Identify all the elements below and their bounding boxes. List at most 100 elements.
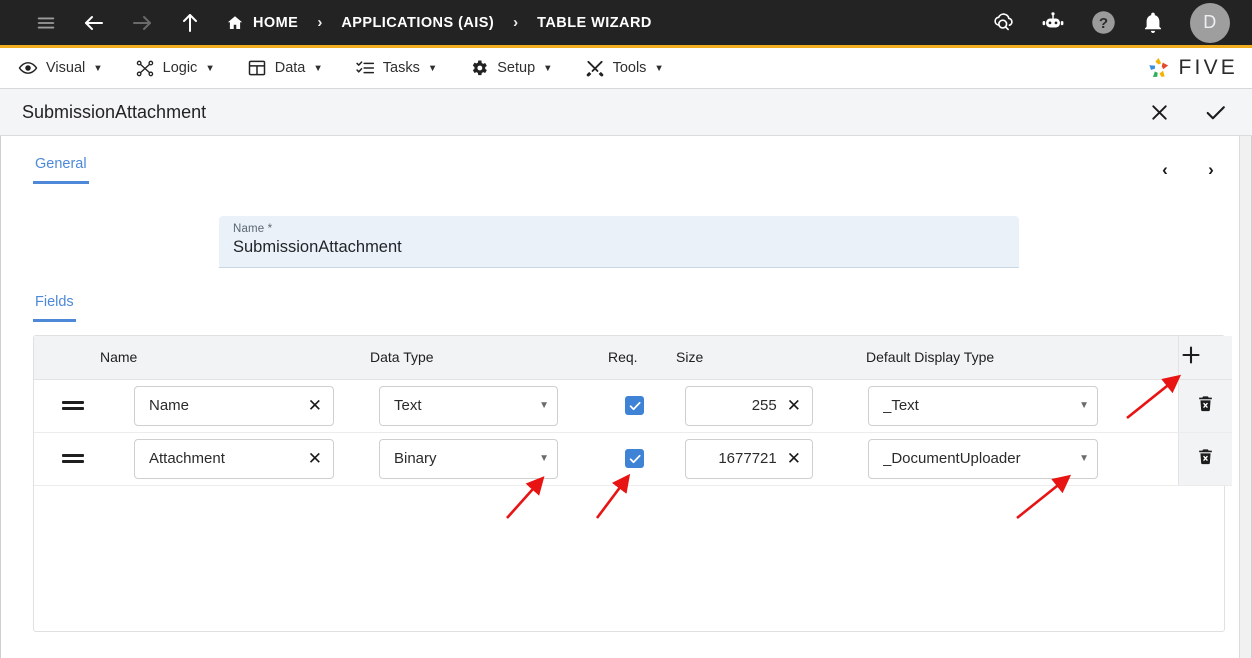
drag-handle-icon[interactable] (62, 401, 84, 410)
trash-icon (1196, 394, 1215, 413)
five-brand-logo: FIVE (1145, 55, 1238, 82)
field-datatype-select[interactable]: Binary ▼ (379, 439, 558, 479)
breadcrumb-separator-1: › (317, 14, 322, 31)
row-datatype-cell: Text ▼ (370, 379, 608, 432)
field-size-input[interactable]: 255 ✕ (685, 386, 813, 426)
row-req-cell (608, 432, 676, 485)
breadcrumb: HOME › APPLICATIONS (AIS) › TABLE WIZARD (226, 14, 652, 32)
row-size-cell: 255 ✕ (676, 379, 866, 432)
breadcrumb-item-home[interactable]: HOME (226, 14, 298, 32)
menu-item-tasks[interactable]: Tasks ▼ (355, 58, 437, 78)
menu-item-visual[interactable]: Visual ▼ (18, 58, 103, 78)
tab-general[interactable]: General (33, 150, 89, 184)
fields-table-header: Name Data Type Req. Size Default Display… (34, 336, 1232, 379)
arrow-left-icon[interactable] (70, 0, 118, 46)
chevron-down-icon: ▼ (654, 64, 663, 74)
bell-icon[interactable] (1136, 6, 1170, 40)
top-nav-icon-group (22, 0, 214, 46)
menu-label-data: Data (275, 60, 306, 76)
add-field-button[interactable] (1178, 336, 1232, 379)
name-input-label: Name * (233, 223, 1005, 235)
tools-icon (585, 58, 605, 78)
field-display-type-select[interactable]: _DocumentUploader ▼ (868, 439, 1098, 479)
trash-icon (1196, 447, 1215, 466)
delete-field-button[interactable] (1178, 432, 1232, 485)
form-title-bar: SubmissionAttachment (0, 89, 1252, 136)
breadcrumb-item-applications[interactable]: APPLICATIONS (AIS) (341, 15, 494, 31)
row-drag-cell[interactable] (34, 379, 100, 432)
hamburger-icon[interactable] (22, 0, 70, 46)
row-drag-cell[interactable] (34, 432, 100, 485)
clear-icon[interactable]: ✕ (787, 450, 801, 467)
menu-label-tasks: Tasks (383, 60, 420, 76)
field-size-value: 1677721 (700, 450, 779, 467)
breadcrumb-label-table-wizard: TABLE WIZARD (537, 15, 652, 31)
table-row: Name ✕ Text ▼ (34, 379, 1232, 432)
field-name-input[interactable]: Name ✕ (134, 386, 334, 426)
menu-item-tools[interactable]: Tools ▼ (585, 58, 664, 78)
field-datatype-select[interactable]: Text ▼ (379, 386, 558, 426)
row-display-cell: _DocumentUploader ▼ (866, 432, 1178, 485)
chevron-down-icon: ▼ (533, 453, 549, 464)
chevron-down-icon: ▼ (533, 400, 549, 411)
column-header-display-type: Default Display Type (866, 336, 1178, 379)
row-name-cell: Attachment ✕ (100, 432, 370, 485)
fields-tab-row: Fields (33, 268, 1225, 322)
field-size-input[interactable]: 1677721 ✕ (685, 439, 813, 479)
field-display-type-select[interactable]: _Text ▼ (868, 386, 1098, 426)
top-navigation-bar: HOME › APPLICATIONS (AIS) › TABLE WIZARD (0, 0, 1252, 48)
record-pager: ‹ › (1151, 150, 1225, 184)
close-icon[interactable] (1142, 95, 1176, 129)
form-content: General ‹ › Name * SubmissionAttachment … (1, 136, 1251, 632)
chevron-right-icon[interactable]: › (1197, 156, 1225, 184)
menu-item-logic[interactable]: Logic ▼ (135, 58, 215, 78)
plus-icon (1179, 343, 1203, 371)
gear-icon (469, 58, 489, 78)
chevron-down-icon: ▼ (205, 64, 214, 74)
menu-label-tools: Tools (613, 60, 647, 76)
column-header-size: Size (676, 336, 866, 379)
breadcrumb-item-table-wizard[interactable]: TABLE WIZARD (537, 15, 652, 31)
menu-item-setup[interactable]: Setup ▼ (469, 58, 552, 78)
row-req-cell (608, 379, 676, 432)
arrow-right-icon[interactable] (118, 0, 166, 46)
field-size-value: 255 (700, 397, 779, 414)
name-input[interactable]: Name * SubmissionAttachment (219, 216, 1019, 268)
menu-label-logic: Logic (163, 60, 198, 76)
form-body: General ‹ › Name * SubmissionAttachment … (0, 136, 1252, 658)
vertical-scrollbar[interactable] (1239, 136, 1251, 658)
clear-icon[interactable]: ✕ (787, 397, 801, 414)
fields-grid: Name Data Type Req. Size Default Display… (33, 335, 1225, 632)
row-name-cell: Name ✕ (100, 379, 370, 432)
field-name-input[interactable]: Attachment ✕ (134, 439, 334, 479)
menu-item-data[interactable]: Data ▼ (247, 58, 323, 78)
chevron-down-icon: ▼ (543, 64, 552, 74)
field-required-checkbox[interactable] (625, 449, 644, 468)
arrow-up-icon[interactable] (166, 0, 214, 46)
clear-icon[interactable]: ✕ (308, 397, 322, 414)
cloud-search-icon[interactable] (986, 6, 1020, 40)
clear-icon[interactable]: ✕ (308, 450, 322, 467)
robot-icon[interactable] (1036, 6, 1070, 40)
tab-fields[interactable]: Fields (33, 292, 76, 322)
avatar[interactable]: D (1190, 3, 1230, 43)
check-icon[interactable] (1198, 95, 1232, 129)
field-datatype-value: Text (394, 397, 533, 414)
svg-text:?: ? (1098, 15, 1107, 32)
column-header-datatype: Data Type (370, 336, 608, 379)
logic-nodes-icon (135, 58, 155, 78)
fields-table: Name Data Type Req. Size Default Display… (34, 336, 1232, 486)
chevron-left-icon[interactable]: ‹ (1151, 156, 1179, 184)
breadcrumb-label-applications: APPLICATIONS (AIS) (341, 15, 494, 31)
row-display-cell: _Text ▼ (866, 379, 1178, 432)
field-required-checkbox[interactable] (625, 396, 644, 415)
row-datatype-cell: Binary ▼ (370, 432, 608, 485)
column-header-req: Req. (608, 336, 676, 379)
drag-handle-icon[interactable] (62, 454, 84, 463)
breadcrumb-label-home: HOME (253, 15, 298, 31)
row-size-cell: 1677721 ✕ (676, 432, 866, 485)
field-name-value: Name (149, 397, 300, 414)
delete-field-button[interactable] (1178, 379, 1232, 432)
column-header-name: Name (100, 336, 370, 379)
help-icon[interactable]: ? (1086, 6, 1120, 40)
